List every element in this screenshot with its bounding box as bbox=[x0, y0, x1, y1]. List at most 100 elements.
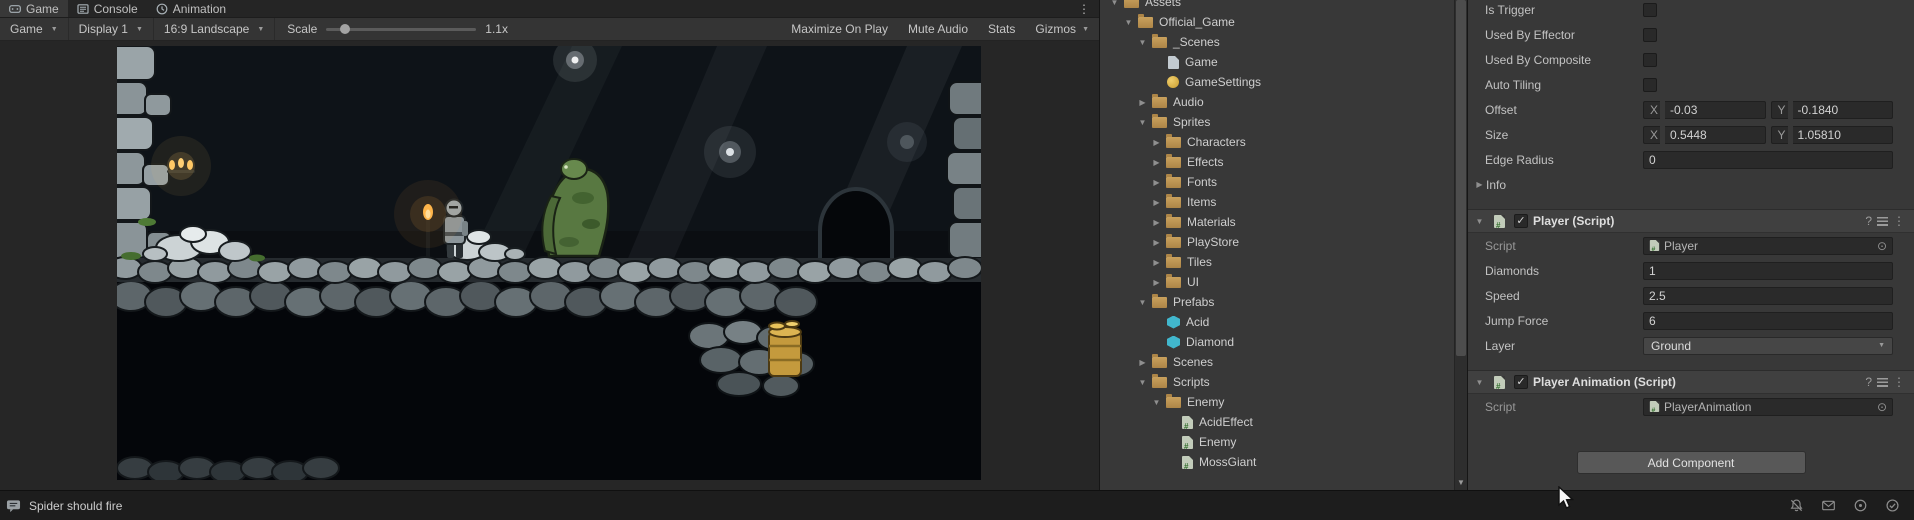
foldout-arrow[interactable] bbox=[1136, 38, 1149, 47]
foldout-arrow[interactable] bbox=[1150, 158, 1163, 167]
foldout-arrow[interactable] bbox=[1473, 378, 1486, 387]
tree-item[interactable]: Acid bbox=[1100, 312, 1454, 332]
is-trigger-checkbox[interactable] bbox=[1643, 2, 1657, 17]
tree-item[interactable]: MossGiant bbox=[1100, 452, 1454, 472]
foldout-arrow[interactable] bbox=[1150, 278, 1163, 287]
foldout-arrow[interactable] bbox=[1150, 238, 1163, 247]
diamonds-field[interactable] bbox=[1643, 261, 1893, 280]
component-enabled-checkbox[interactable] bbox=[1514, 375, 1528, 389]
tree-item[interactable]: Sprites bbox=[1100, 112, 1454, 132]
tree-item[interactable]: _Scenes bbox=[1100, 32, 1454, 52]
tree-item[interactable]: Scenes bbox=[1100, 352, 1454, 372]
display-dropdown[interactable]: Display 1 ▼ bbox=[69, 18, 154, 40]
panel-menu-icon[interactable]: ⋮ bbox=[1069, 2, 1099, 16]
tree-item[interactable]: Game bbox=[1100, 52, 1454, 72]
edge-radius-field[interactable] bbox=[1643, 150, 1893, 169]
foldout-arrow[interactable] bbox=[1150, 258, 1163, 267]
tree-item[interactable]: PlayStore bbox=[1100, 232, 1454, 252]
presets-icon[interactable] bbox=[1877, 377, 1888, 387]
used-by-effector-checkbox[interactable] bbox=[1643, 27, 1657, 42]
foldout-arrow[interactable] bbox=[1122, 18, 1135, 27]
foldout-arrow[interactable] bbox=[1136, 378, 1149, 387]
unity-editor: Game Console Animation ⋮ Game ▼ Display … bbox=[0, 0, 1914, 520]
tree-item[interactable]: GameSettings bbox=[1100, 72, 1454, 92]
tree-item[interactable]: Assets bbox=[1100, 0, 1454, 12]
tree-item[interactable]: Items bbox=[1100, 192, 1454, 212]
foldout-arrow[interactable] bbox=[1150, 218, 1163, 227]
offset-y-field[interactable] bbox=[1792, 100, 1893, 119]
help-icon[interactable]: ? bbox=[1865, 375, 1872, 389]
console-tab-icon bbox=[77, 3, 89, 14]
tree-item[interactable]: Effects bbox=[1100, 152, 1454, 172]
script-object-field[interactable]: Player bbox=[1643, 236, 1893, 255]
scale-slider-handle[interactable] bbox=[340, 23, 351, 34]
foldout-arrow[interactable] bbox=[1136, 298, 1149, 307]
foldout-arrow[interactable] bbox=[1473, 217, 1486, 226]
tree-item[interactable]: Diamond bbox=[1100, 332, 1454, 352]
cache-server-icon[interactable] bbox=[1821, 498, 1836, 513]
tree-item[interactable]: Materials bbox=[1100, 212, 1454, 232]
foldout-arrow[interactable] bbox=[1473, 180, 1486, 189]
used-by-composite-checkbox[interactable] bbox=[1643, 52, 1657, 67]
info-foldout-row[interactable]: Info bbox=[1468, 172, 1914, 197]
view-mode-dropdown[interactable]: Game ▼ bbox=[0, 18, 69, 40]
project-scrollbar[interactable] bbox=[1454, 0, 1467, 490]
tree-item[interactable]: Scripts bbox=[1100, 372, 1454, 392]
tree-item[interactable]: Characters bbox=[1100, 132, 1454, 152]
component-enabled-checkbox[interactable] bbox=[1514, 214, 1528, 228]
offset-x-field[interactable] bbox=[1665, 100, 1766, 119]
maximize-on-play-button[interactable]: Maximize On Play bbox=[781, 18, 898, 40]
tree-item[interactable]: Audio bbox=[1100, 92, 1454, 112]
tab-animation[interactable]: Animation bbox=[147, 0, 235, 17]
status-bar[interactable]: Spider should fire bbox=[0, 490, 1914, 520]
player-animation-header[interactable]: Player Animation (Script) ? ⋮ bbox=[1468, 370, 1914, 394]
gizmos-dropdown[interactable]: Gizmos ▼ bbox=[1025, 18, 1099, 40]
foldout-arrow[interactable] bbox=[1150, 178, 1163, 187]
vector2-control: XY bbox=[1643, 100, 1893, 119]
help-icon[interactable]: ? bbox=[1865, 214, 1872, 228]
script-object-field[interactable]: PlayerAnimation bbox=[1643, 397, 1893, 416]
scrollbar-down-arrow[interactable] bbox=[1455, 478, 1467, 487]
foldout-arrow[interactable] bbox=[1150, 198, 1163, 207]
tree-item[interactable]: Official_Game bbox=[1100, 12, 1454, 32]
scrollbar-thumb[interactable] bbox=[1456, 0, 1466, 356]
jump-force-field[interactable] bbox=[1643, 311, 1893, 330]
tab-game[interactable]: Game bbox=[0, 0, 68, 17]
tree-item[interactable]: Tiles bbox=[1100, 252, 1454, 272]
speed-field[interactable] bbox=[1643, 286, 1893, 305]
object-picker-icon[interactable] bbox=[1877, 400, 1887, 414]
tab-console[interactable]: Console bbox=[68, 0, 147, 17]
compile-status-icon[interactable] bbox=[1885, 498, 1900, 513]
tree-item[interactable]: UI bbox=[1100, 272, 1454, 292]
tree-item[interactable]: Enemy bbox=[1100, 392, 1454, 412]
tree-item[interactable]: AcidEffect bbox=[1100, 412, 1454, 432]
tree-item[interactable]: Fonts bbox=[1100, 172, 1454, 192]
add-component-button[interactable]: Add Component bbox=[1576, 451, 1806, 474]
foldout-arrow[interactable] bbox=[1136, 358, 1149, 367]
object-picker-icon[interactable] bbox=[1877, 239, 1887, 253]
kebab-menu-icon[interactable]: ⋮ bbox=[1893, 375, 1905, 389]
scale-control: Scale 1.1x bbox=[275, 18, 520, 40]
foldout-arrow[interactable] bbox=[1136, 98, 1149, 107]
tree-item[interactable]: Enemy bbox=[1100, 432, 1454, 452]
folder-icon bbox=[1138, 13, 1153, 28]
aspect-ratio-dropdown[interactable]: 16:9 Landscape ▼ bbox=[154, 18, 276, 40]
foldout-arrow[interactable] bbox=[1108, 0, 1121, 7]
mute-audio-button[interactable]: Mute Audio bbox=[898, 18, 978, 40]
auto-tiling-checkbox[interactable] bbox=[1643, 77, 1657, 92]
status-message[interactable]: Spider should fire bbox=[29, 499, 122, 513]
progress-icon[interactable] bbox=[1853, 498, 1868, 513]
foldout-arrow[interactable] bbox=[1150, 398, 1163, 407]
tree-item[interactable]: Prefabs bbox=[1100, 292, 1454, 312]
foldout-arrow[interactable] bbox=[1136, 118, 1149, 127]
kebab-menu-icon[interactable]: ⋮ bbox=[1893, 214, 1905, 228]
scale-slider[interactable] bbox=[326, 23, 477, 34]
notifications-muted-icon[interactable] bbox=[1789, 498, 1804, 513]
player-script-header[interactable]: Player (Script) ? ⋮ bbox=[1468, 209, 1914, 233]
stats-button[interactable]: Stats bbox=[978, 18, 1025, 40]
presets-icon[interactable] bbox=[1877, 216, 1888, 226]
foldout-arrow[interactable] bbox=[1150, 138, 1163, 147]
layer-dropdown[interactable]: Ground ▼ bbox=[1643, 336, 1893, 355]
size-x-field[interactable] bbox=[1665, 125, 1766, 144]
size-y-field[interactable] bbox=[1792, 125, 1893, 144]
